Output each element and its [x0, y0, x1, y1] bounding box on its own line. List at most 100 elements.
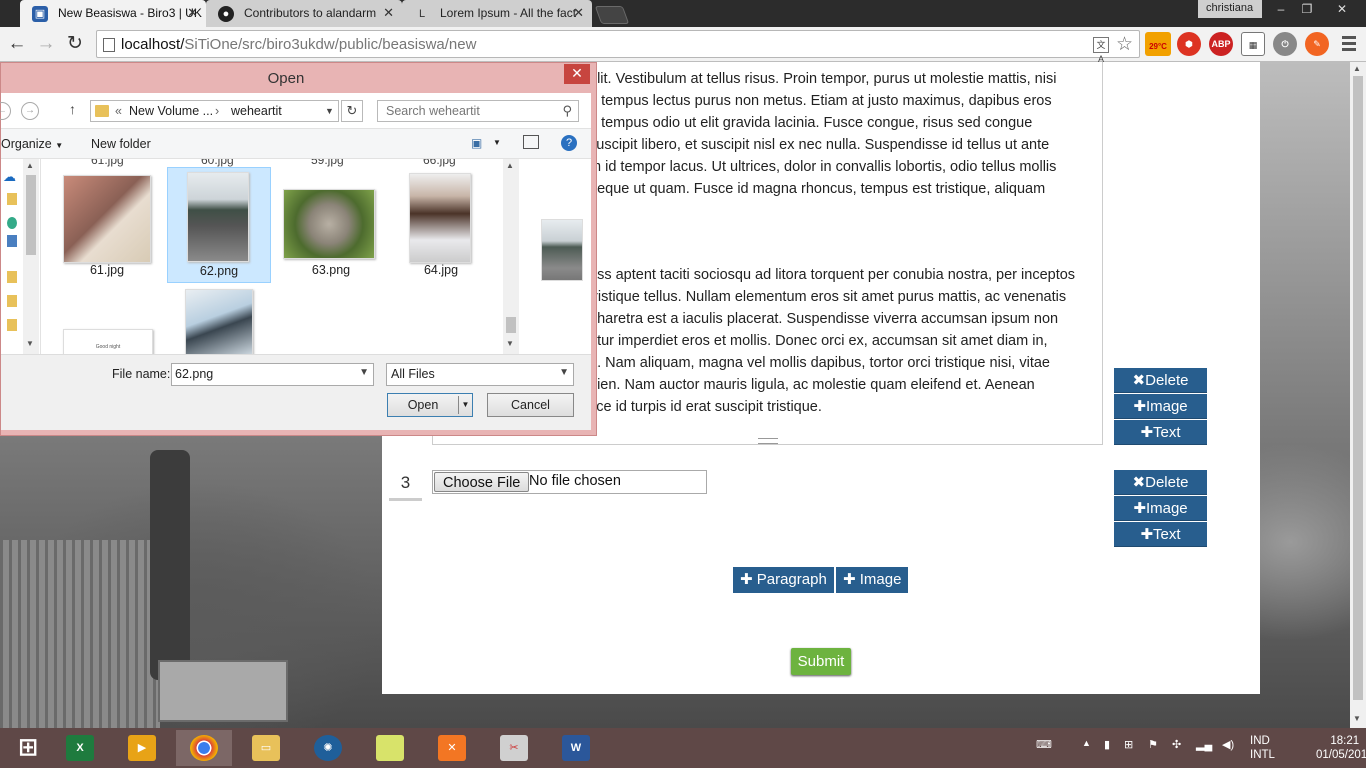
block-2-add-image-button[interactable]: ✚Image — [1114, 394, 1207, 419]
scroll-down-icon[interactable]: ▼ — [26, 339, 34, 348]
scroll-down-icon[interactable]: ▼ — [506, 339, 514, 348]
tab-close-icon[interactable]: ✕ — [383, 5, 394, 21]
scroll-down-icon[interactable]: ▼ — [1353, 714, 1361, 723]
file-item-62[interactable]: 62.png — [167, 167, 271, 283]
folder-icon[interactable] — [7, 271, 17, 283]
file-type-select[interactable]: All Files ▼ — [386, 363, 574, 386]
windows-update-icon[interactable]: ⊞ — [1124, 738, 1133, 751]
cancel-button[interactable]: Cancel — [487, 393, 574, 417]
maximize-button[interactable]: ❐ — [1294, 0, 1320, 18]
taskbar-excel[interactable]: X — [52, 730, 108, 766]
scroll-up-icon[interactable]: ▲ — [1353, 64, 1361, 73]
dialog-close-button[interactable]: ✕ — [564, 64, 590, 84]
file-name-input[interactable]: 62.png ▼ — [171, 363, 374, 386]
block-3-add-text-button[interactable]: ✚Text — [1114, 522, 1207, 547]
back-arrow-icon[interactable]: ← — [6, 33, 28, 55]
forward-icon[interactable]: → — [21, 102, 39, 120]
file-item-64[interactable]: 64.jpg — [389, 167, 493, 283]
new-tab-button[interactable] — [594, 6, 630, 24]
editor-resize-handle[interactable] — [758, 438, 778, 444]
scrollbar-thumb[interactable] — [1353, 76, 1363, 700]
reload-icon[interactable]: ↻ — [64, 33, 86, 55]
chevron-down-icon[interactable]: ▼ — [458, 396, 472, 414]
translate-icon[interactable]: 文A — [1093, 37, 1109, 64]
path-segment-volume[interactable]: New Volume ... — [129, 104, 213, 118]
submit-button[interactable]: Submit — [791, 648, 851, 675]
scrollbar-thumb[interactable] — [26, 175, 36, 255]
battery-icon[interactable]: ▮ — [1104, 738, 1110, 751]
sync-icon[interactable]: ✣ — [1172, 738, 1181, 751]
file-item-next[interactable] — [167, 289, 271, 354]
view-options-icon[interactable]: ▣ — [471, 136, 482, 150]
block-2-delete-button[interactable]: ✖Delete — [1114, 368, 1207, 393]
taskbar-word[interactable]: W — [548, 730, 604, 766]
navigation-scrollbar[interactable]: ▲ ▼ — [23, 159, 39, 354]
action-center-flag-icon[interactable]: ⚑ — [1148, 738, 1158, 751]
choose-file-button[interactable]: Choose File — [434, 472, 530, 492]
chevron-down-icon[interactable]: ▼ — [359, 367, 369, 378]
file-item-63[interactable]: 63.png — [279, 167, 383, 283]
add-paragraph-button[interactable]: ✚ Paragraph — [733, 567, 834, 593]
preview-pane-icon[interactable] — [523, 135, 539, 149]
page-scrollbar[interactable]: ▲ ▼ — [1350, 62, 1366, 728]
volume-icon[interactable]: ◀) — [1222, 738, 1234, 751]
scrollbar-thumb[interactable] — [506, 317, 516, 333]
new-folder-button[interactable]: New folder — [91, 137, 151, 151]
file-item-next[interactable]: Good night — [55, 289, 159, 354]
url-text[interactable]: localhost/SiTiOne/src/biro3ukdw/public/b… — [121, 36, 476, 53]
tab-contributors[interactable]: ● Contributors to alandarm ✕ — [206, 0, 402, 27]
file-list-scrollbar[interactable]: ▲ ▼ — [503, 159, 519, 354]
file-list[interactable]: 61.jpg 60.jpg 59.jpg 66.jpg 61.jpg 62.pn… — [41, 159, 519, 354]
taskbar-app-blue[interactable]: ✺ — [300, 730, 356, 766]
computer-icon[interactable] — [7, 235, 17, 247]
chrome-menu-icon[interactable] — [1342, 36, 1356, 52]
block-3-add-image-button[interactable]: ✚Image — [1114, 496, 1207, 521]
input-language[interactable]: IND INTL — [1250, 734, 1275, 762]
file-item-61[interactable]: 61.jpg — [55, 167, 159, 283]
adblock-plus-icon[interactable]: ABP — [1209, 32, 1233, 56]
block-2-add-text-button[interactable]: ✚Text — [1114, 420, 1207, 445]
help-icon[interactable]: ? — [561, 135, 577, 151]
folder-icon[interactable] — [7, 295, 17, 307]
network-icon[interactable] — [7, 217, 17, 229]
back-icon[interactable]: ← — [0, 102, 11, 120]
onedrive-icon[interactable]: ☁ — [3, 169, 16, 185]
path-segment-folder[interactable]: weheartit — [231, 104, 282, 118]
scroll-up-icon[interactable]: ▲ — [26, 161, 34, 170]
taskbar-xampp[interactable]: ✕ — [424, 730, 480, 766]
power-extension-icon[interactable]: ⏻ — [1273, 32, 1297, 56]
tab-new-beasiswa[interactable]: ▣ New Beasiswa - Biro3 | UK ✕ — [20, 0, 206, 27]
close-window-button[interactable]: ✕ — [1320, 0, 1364, 18]
refresh-icon[interactable]: ↻ — [341, 100, 363, 122]
shield-extension-icon[interactable]: ⬢ — [1177, 32, 1201, 56]
taskbar-media-player[interactable]: ▶ — [114, 730, 170, 766]
forward-arrow-icon[interactable]: → — [35, 33, 57, 55]
organize-menu[interactable]: Organize ▼ — [1, 137, 63, 151]
block-3-delete-button[interactable]: ✖Delete — [1114, 470, 1207, 495]
signal-icon[interactable]: ▂▄ — [1196, 738, 1212, 751]
start-button[interactable]: ⊞ — [0, 730, 56, 766]
profile-name[interactable]: christiana — [1198, 0, 1262, 18]
minimize-button[interactable]: – — [1268, 0, 1294, 18]
tab-lorem-ipsum[interactable]: L Lorem Ipsum - All the fact ✕ — [402, 0, 592, 27]
folder-icon[interactable] — [7, 319, 17, 331]
taskbar-explorer[interactable]: ▭ — [238, 730, 294, 766]
address-bar[interactable]: localhost/SiTiOne/src/biro3ukdw/public/b… — [96, 30, 1140, 64]
file-input[interactable]: Choose File No file chosen — [432, 470, 707, 494]
search-input[interactable]: Search weheartit ⚲ — [377, 100, 579, 122]
keyboard-icon[interactable]: ⌨ — [1036, 738, 1052, 751]
extension-badge-icon[interactable]: ▦ — [1241, 32, 1265, 56]
show-hidden-icons-icon[interactable]: ▲ — [1082, 738, 1091, 748]
tab-close-icon[interactable]: ✕ — [573, 5, 584, 21]
chevron-down-icon[interactable]: ▼ — [559, 367, 569, 378]
tab-close-icon[interactable]: ✕ — [187, 5, 198, 21]
add-image-button[interactable]: ✚ Image — [836, 567, 909, 593]
up-arrow-icon[interactable]: ↑ — [69, 101, 76, 117]
clock[interactable]: 18:21 01/05/2016 — [1316, 734, 1366, 762]
taskbar-snipping[interactable]: ✂ — [486, 730, 542, 766]
folder-icon[interactable] — [7, 193, 17, 205]
pencil-extension-icon[interactable]: ✎ — [1305, 32, 1329, 56]
taskbar-chrome[interactable] — [176, 730, 232, 766]
chevron-down-icon[interactable]: ▼ — [493, 138, 501, 147]
bookmark-star-icon[interactable]: ☆ — [1116, 33, 1133, 56]
